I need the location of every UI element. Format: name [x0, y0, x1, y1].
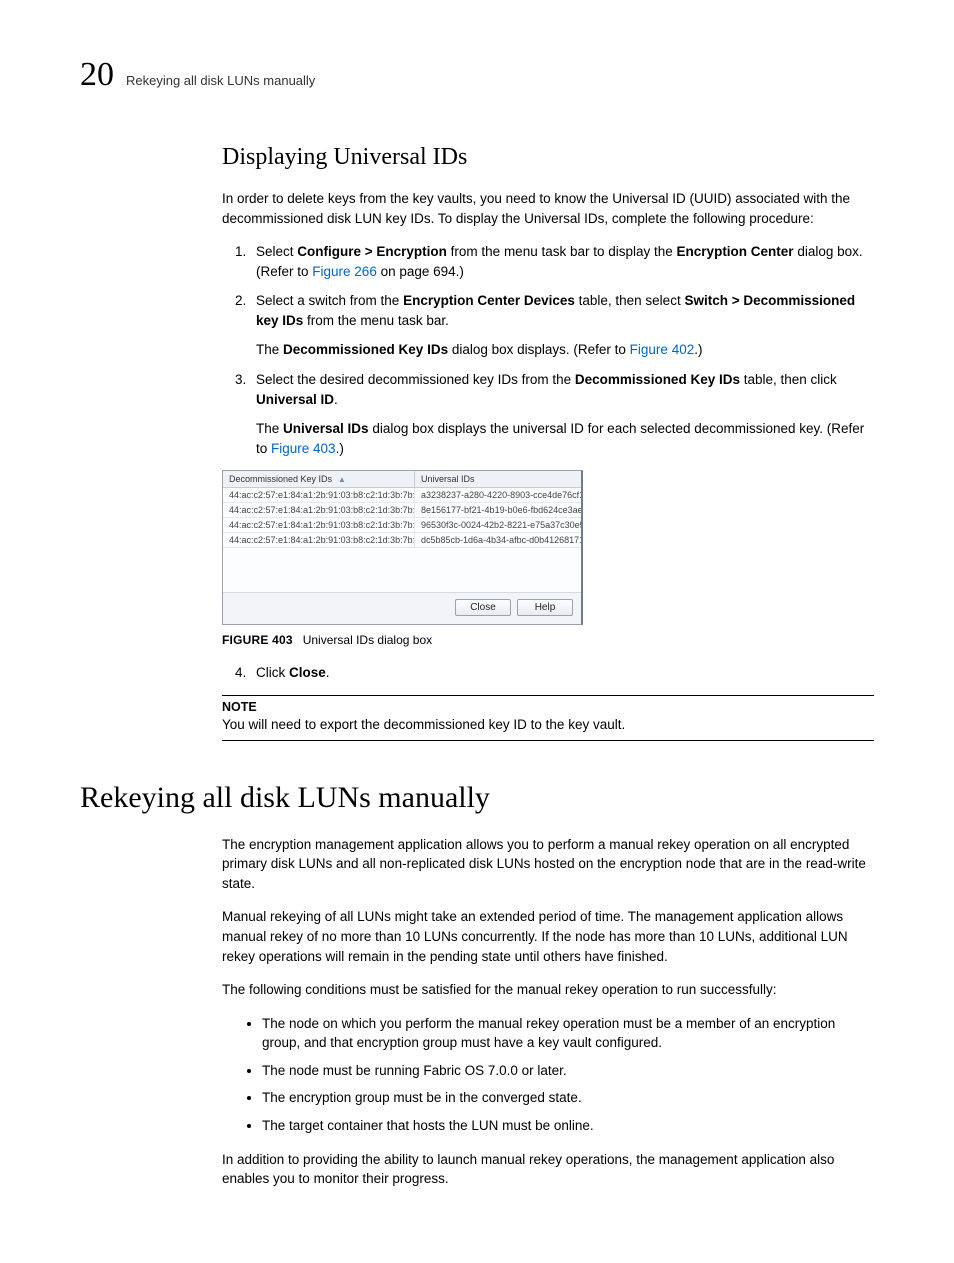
table-row[interactable]: 44:ac:c2:57:e1:84:a1:2b:91:03:b8:c2:1d:3… — [223, 533, 581, 548]
step-2: Select a switch from the Encryption Cent… — [250, 291, 874, 360]
body-paragraph: Manual rekeying of all LUNs might take a… — [222, 907, 874, 966]
chapter-number: 20 — [80, 56, 114, 94]
body-paragraph: The following conditions must be satisfi… — [222, 980, 874, 1000]
running-header: 20 Rekeying all disk LUNs manually — [80, 56, 874, 94]
step-1: Select Configure > Encryption from the m… — [250, 242, 874, 281]
figure-403: Decommissioned Key IDs▲ Universal IDs 44… — [222, 470, 874, 625]
section-heading-displaying-universal-ids: Displaying Universal IDs — [222, 144, 874, 171]
universal-ids-dialog: Decommissioned Key IDs▲ Universal IDs 44… — [222, 470, 583, 625]
sort-ascending-icon: ▲ — [338, 475, 346, 484]
step-3: Select the desired decommissioned key ID… — [250, 370, 874, 458]
table-row[interactable]: 44:ac:c2:57:e1:84:a1:2b:91:03:b8:c2:1d:3… — [223, 488, 581, 503]
intro-paragraph: In order to delete keys from the key vau… — [222, 189, 874, 228]
dialog-blank-area — [223, 548, 581, 592]
conditions-list: The node on which you perform the manual… — [222, 1014, 874, 1136]
table-row[interactable]: 44:ac:c2:57:e1:84:a1:2b:91:03:b8:c2:1d:3… — [223, 503, 581, 518]
list-item: The node must be running Fabric OS 7.0.0… — [262, 1061, 874, 1081]
section-heading-rekeying: Rekeying all disk LUNs manually — [80, 781, 874, 815]
step-2-sub: The Decommissioned Key IDs dialog box di… — [256, 340, 874, 360]
note-text: You will need to export the decommission… — [222, 717, 625, 732]
col-header-universal-ids[interactable]: Universal IDs — [415, 471, 581, 487]
body-paragraph: The encryption management application al… — [222, 835, 874, 894]
link-figure-403[interactable]: Figure 403 — [271, 441, 336, 456]
note-block: NOTE You will need to export the decommi… — [222, 695, 874, 741]
list-item: The encryption group must be in the conv… — [262, 1088, 874, 1108]
close-button[interactable]: Close — [455, 599, 511, 616]
help-button[interactable]: Help — [517, 599, 573, 616]
link-figure-402[interactable]: Figure 402 — [630, 342, 695, 357]
dialog-table-header: Decommissioned Key IDs▲ Universal IDs — [223, 471, 581, 488]
link-figure-266[interactable]: Figure 266 — [312, 264, 377, 279]
col-header-decommissioned-key-ids[interactable]: Decommissioned Key IDs▲ — [223, 471, 415, 487]
list-item: The node on which you perform the manual… — [262, 1014, 874, 1053]
list-item: The target container that hosts the LUN … — [262, 1116, 874, 1136]
header-title: Rekeying all disk LUNs manually — [126, 73, 315, 88]
step-3-sub: The Universal IDs dialog box displays th… — [256, 419, 874, 458]
procedure-list: Select Configure > Encryption from the m… — [222, 242, 874, 458]
note-label: NOTE — [222, 700, 874, 714]
step-4: Click Close. — [250, 663, 874, 683]
dialog-button-bar: Close Help — [223, 592, 581, 624]
table-row[interactable]: 44:ac:c2:57:e1:84:a1:2b:91:03:b8:c2:1d:3… — [223, 518, 581, 533]
body-paragraph: In addition to providing the ability to … — [222, 1150, 874, 1189]
procedure-list-continued: Click Close. — [222, 663, 874, 683]
figure-caption: FIGURE 403 Universal IDs dialog box — [222, 633, 874, 647]
